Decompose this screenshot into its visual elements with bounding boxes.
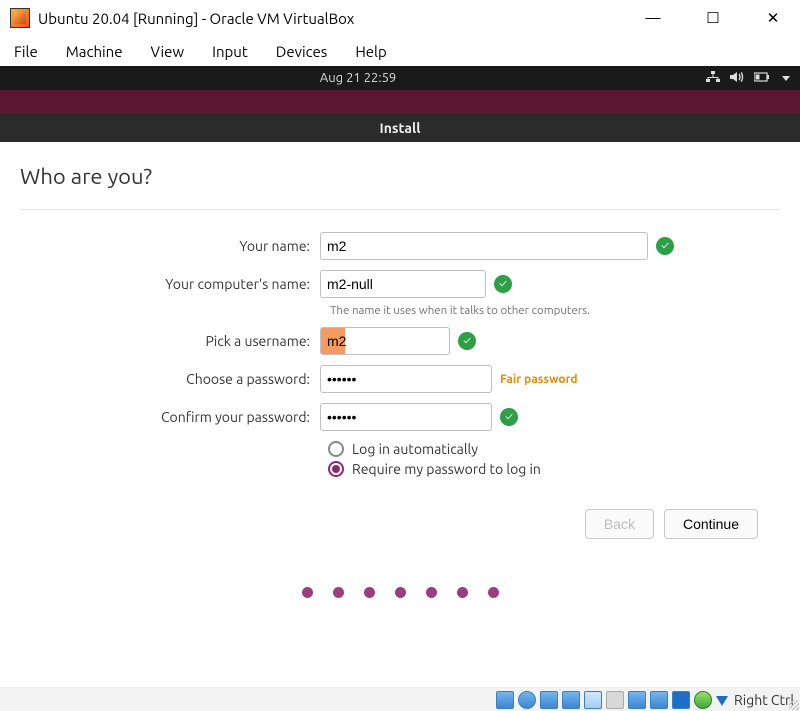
label-computer: Your computer's name: — [20, 276, 320, 292]
username-input[interactable] — [320, 327, 450, 355]
video-capture-icon[interactable] — [672, 691, 690, 709]
check-icon: ✓ — [458, 332, 476, 350]
back-button[interactable]: Back — [585, 509, 654, 539]
menu-devices[interactable]: Devices — [276, 43, 328, 60]
vbox-titlebar: Ubuntu 20.04 [Running] - Oracle VM Virtu… — [0, 0, 800, 36]
window-title: Ubuntu 20.04 [Running] - Oracle VM Virtu… — [38, 10, 354, 27]
name-input[interactable] — [320, 232, 648, 260]
minimize-button[interactable]: — — [636, 9, 670, 27]
battery-icon[interactable] — [754, 71, 770, 85]
resize-grip-icon[interactable] — [789, 700, 799, 710]
radio-require-password[interactable]: Require my password to log in — [328, 461, 780, 477]
dot-icon — [333, 587, 344, 598]
chevron-down-icon[interactable] — [782, 76, 790, 81]
vbox-statusbar: Right Ctrl — [0, 687, 800, 711]
dot-icon — [395, 587, 406, 598]
system-tray[interactable] — [706, 71, 790, 86]
dot-icon — [426, 587, 437, 598]
menu-view[interactable]: View — [151, 43, 185, 60]
hard-disk-icon[interactable] — [496, 691, 514, 709]
close-button[interactable]: ✕ — [756, 9, 790, 27]
radio-icon — [328, 441, 344, 457]
install-window-title: Install — [0, 114, 800, 142]
password-input[interactable] — [320, 365, 492, 393]
dot-icon — [364, 587, 375, 598]
ubuntu-topbar: Aug 21 22:59 — [0, 66, 800, 90]
guest-additions-icon[interactable] — [694, 691, 712, 709]
dot-icon — [488, 587, 499, 598]
page-title: Who are you? — [20, 164, 780, 189]
check-icon: ✓ — [500, 408, 518, 426]
menu-file[interactable]: File — [14, 43, 38, 60]
confirm-password-input[interactable] — [320, 403, 492, 431]
dot-icon — [457, 587, 468, 598]
host-key-indicator[interactable]: Right Ctrl — [734, 692, 794, 708]
volume-icon[interactable] — [730, 71, 744, 86]
label-confirm: Confirm your password: — [20, 409, 320, 425]
maximize-button[interactable]: ☐ — [696, 9, 730, 27]
network-icon[interactable] — [706, 71, 720, 86]
recording-icon[interactable] — [650, 691, 668, 709]
continue-button[interactable]: Continue — [664, 509, 758, 539]
radio-label: Log in automatically — [352, 441, 478, 457]
menu-machine[interactable]: Machine — [66, 43, 123, 60]
radio-label: Require my password to log in — [352, 461, 541, 477]
clock[interactable]: Aug 21 22:59 — [320, 71, 397, 85]
radio-auto-login[interactable]: Log in automatically — [328, 441, 780, 457]
divider — [20, 209, 780, 210]
computer-name-hint: The name it uses when it talks to other … — [330, 304, 780, 317]
dot-icon — [302, 587, 313, 598]
check-icon: ✓ — [656, 237, 674, 255]
network-adapter-icon[interactable] — [562, 691, 580, 709]
arrow-down-icon[interactable] — [716, 696, 728, 706]
virtualbox-logo-icon — [10, 8, 30, 28]
menu-help[interactable]: Help — [355, 43, 386, 60]
user-form: Your name: ✓ Your computer's name: ✓ The… — [20, 232, 780, 477]
window-border — [0, 90, 800, 114]
optical-drive-icon[interactable] — [518, 691, 536, 709]
check-icon: ✓ — [494, 275, 512, 293]
vbox-menubar: File Machine View Input Devices Help — [0, 36, 800, 66]
label-name: Your name: — [20, 238, 320, 254]
display-icon[interactable] — [628, 691, 646, 709]
shared-folders-icon[interactable] — [606, 691, 624, 709]
menu-input[interactable]: Input — [212, 43, 248, 60]
password-strength: Fair password — [500, 373, 578, 386]
computer-name-input[interactable] — [320, 270, 486, 298]
radio-icon — [328, 461, 344, 477]
progress-dots — [20, 587, 780, 598]
label-password: Choose a password: — [20, 371, 320, 387]
audio-icon[interactable] — [540, 691, 558, 709]
label-username: Pick a username: — [20, 333, 320, 349]
usb-icon[interactable] — [584, 691, 602, 709]
